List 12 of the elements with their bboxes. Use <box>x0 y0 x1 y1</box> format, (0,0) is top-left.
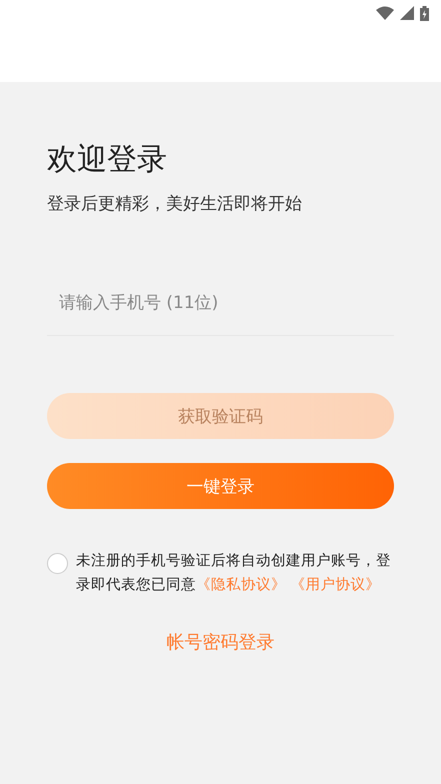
signal-icon <box>400 6 414 20</box>
subtitle: 登录后更精彩，美好生活即将开始 <box>47 193 303 216</box>
phone-input-field[interactable]: 请输入手机号 (11位) <box>47 284 394 336</box>
page-title: 欢迎登录 <box>47 142 168 178</box>
agreement-checkbox[interactable] <box>47 553 68 574</box>
agreement-link[interactable]: 《隐私协议》 <box>196 577 291 593</box>
battery-icon <box>420 6 429 21</box>
login-button[interactable]: 一键登录 <box>47 463 394 509</box>
password-login-link[interactable]: 帐号密码登录 <box>166 630 274 654</box>
wifi-icon <box>376 6 394 20</box>
agreement-link[interactable]: 《用户协议》 <box>290 577 381 593</box>
agreement-text: 未注册的手机号验证后将自动创建用户账号，登录即代表您已同意《隐私协议》 《用户协议》 <box>76 552 392 595</box>
